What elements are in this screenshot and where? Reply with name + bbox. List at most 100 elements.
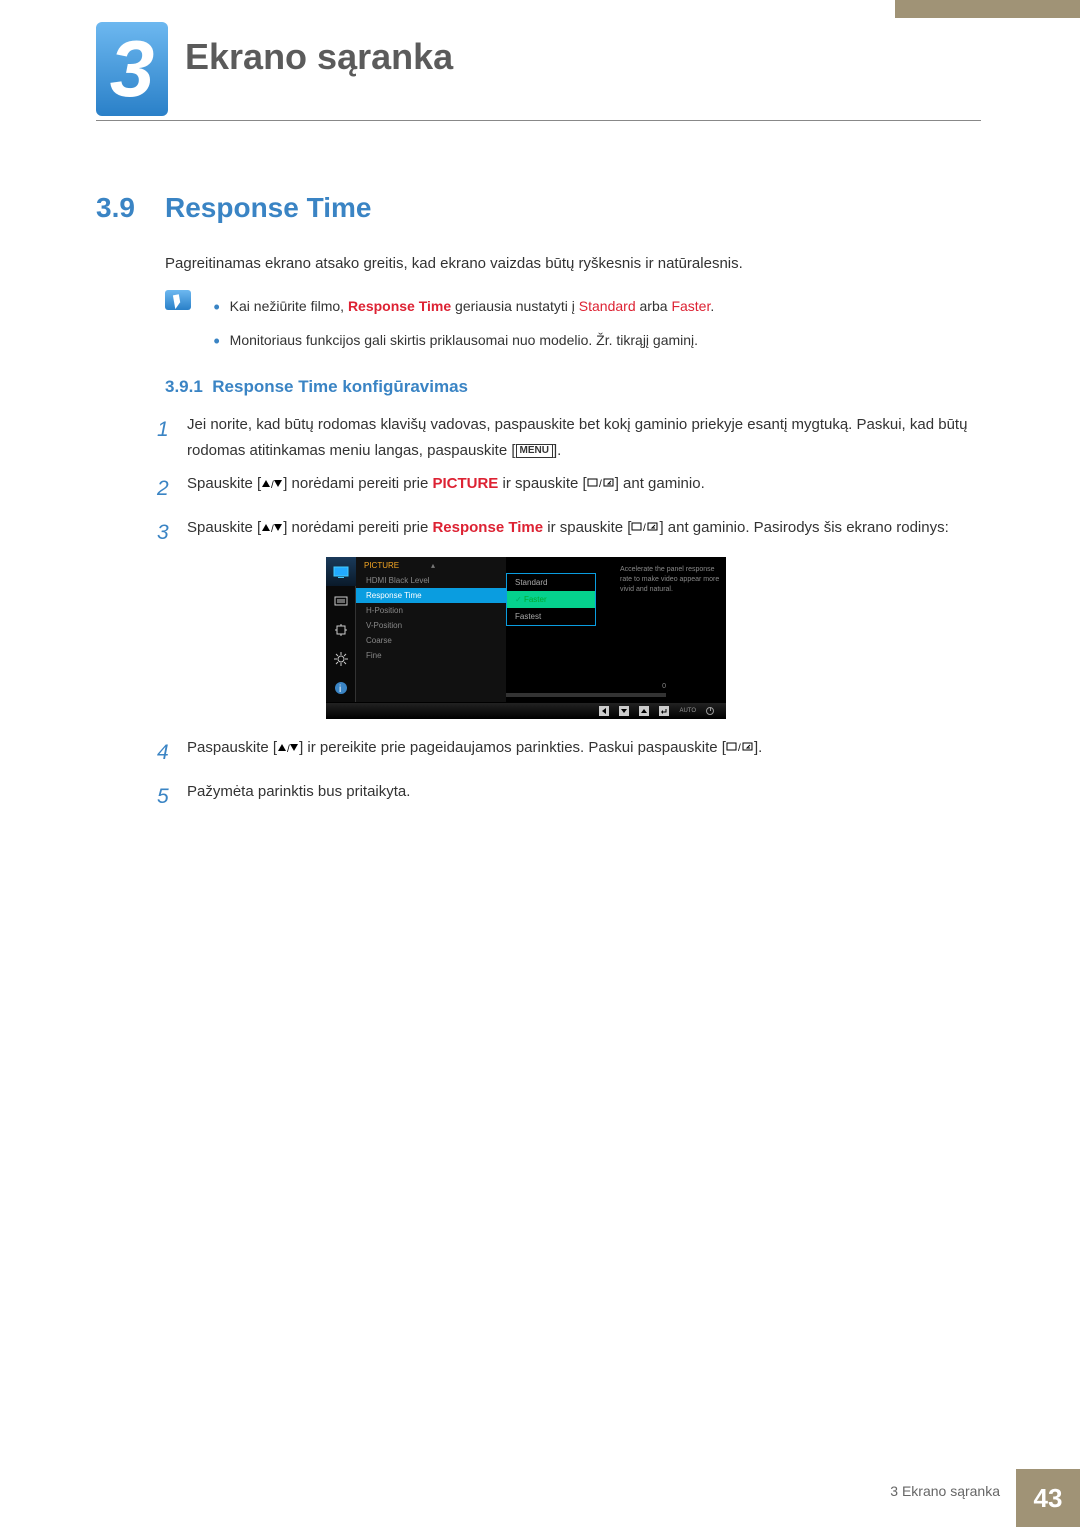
- step-number: 2: [157, 471, 187, 507]
- footer-page-number: 43: [1016, 1469, 1080, 1527]
- monitor-icon: [326, 557, 356, 586]
- step-body: Paspauskite [ / ] ir pereikite prie pageid…: [187, 735, 977, 771]
- step-body: Spauskite [ / ] norėdami pereiti prie PICT…: [187, 471, 977, 507]
- subsection-heading: 3.9.1 Response Time konfigūravimas: [165, 377, 468, 397]
- osd-option-selected: Faster: [507, 591, 595, 608]
- step-1: 1 Jei norite, kad būtų rodomas klavišų v…: [157, 412, 977, 463]
- left-arrow-icon: [599, 706, 609, 716]
- osd-submenu: Standard Faster Fastest: [506, 573, 596, 626]
- step-text: ] ant gaminio. Pasirodys šis ekrano rodi…: [659, 519, 948, 536]
- osd-screenshot: i PICTURE▴ HDMI Black Level Response Tim…: [326, 557, 726, 719]
- svg-text:/: /: [738, 743, 741, 752]
- step-4: 4 Paspauskite [ / ] ir pereikite prie page…: [157, 735, 977, 771]
- osd-menu-item-selected: Response Time: [356, 588, 506, 603]
- bullet-icon: •: [213, 297, 219, 317]
- osd-option: Standard: [507, 574, 595, 591]
- highlight: Standard: [579, 298, 636, 314]
- note-text: .: [710, 298, 714, 314]
- up-arrow-icon: [639, 706, 649, 716]
- step-text: ir spauskite [: [543, 519, 631, 536]
- osd-menu-title: PICTURE▴: [356, 557, 506, 573]
- step-number: 3: [157, 515, 187, 551]
- note-item: • Monitoriaus funkcijos gali skirtis pri…: [213, 324, 963, 358]
- subsection-number: 3.9.1: [165, 377, 203, 396]
- up-down-key-icon: /: [277, 735, 299, 761]
- steps-list-cont: 4 Paspauskite [ / ] ir pereikite prie page…: [157, 735, 977, 822]
- osd-menu-item: V-Position: [356, 618, 506, 633]
- info-icon: i: [326, 673, 356, 702]
- up-down-key-icon: /: [261, 515, 283, 541]
- chapter-number-badge: 3: [96, 22, 168, 116]
- highlight: Faster: [671, 298, 710, 314]
- svg-text:/: /: [599, 479, 602, 488]
- note-text: Kai nežiūrite filmo,: [230, 298, 348, 314]
- select-key-icon: /: [587, 471, 615, 497]
- footer-chapter-label: 3 Ekrano sąranka: [890, 1483, 1000, 1499]
- highlight: PICTURE: [432, 475, 498, 492]
- step-number: 1: [157, 412, 187, 463]
- osd-footer: AUTO: [326, 703, 726, 719]
- step-text: ].: [754, 739, 762, 756]
- highlight: Response Time: [432, 519, 543, 536]
- svg-text:/: /: [643, 523, 646, 532]
- step-text: ] norėdami pereiti prie: [283, 519, 432, 536]
- section-title: Response Time: [165, 192, 371, 224]
- svg-text:/: /: [287, 744, 290, 753]
- bullet-icon: •: [213, 331, 219, 351]
- note-list: • Kai nežiūrite filmo, Response Time ger…: [213, 290, 963, 358]
- menu-key-icon: MENU: [516, 444, 553, 458]
- osd-sidebar: i: [326, 557, 356, 702]
- step-text: Jei norite, kad būtų rodomas klavišų vad…: [187, 416, 967, 459]
- header-accent-bar: [895, 0, 1080, 18]
- auto-label: AUTO: [679, 708, 696, 714]
- osd-menu-item: HDMI Black Level: [356, 573, 506, 588]
- step-text: ir spauskite [: [498, 475, 586, 492]
- svg-text:/: /: [271, 524, 274, 533]
- step-number: 5: [157, 779, 187, 815]
- step-text: ] norėdami pereiti prie: [283, 475, 432, 492]
- section-intro-text: Pagreitinamas ekrano atsako greitis, kad…: [165, 255, 975, 272]
- osd-option: Fastest: [507, 608, 595, 625]
- step-text: Spauskite [: [187, 475, 261, 492]
- step-number: 4: [157, 735, 187, 771]
- osd-menu-item: Fine: [356, 648, 506, 663]
- chapter-title: Ekrano sąranka: [185, 36, 453, 78]
- list-icon: [326, 586, 356, 615]
- select-key-icon: /: [631, 515, 659, 541]
- up-down-key-icon: /: [261, 471, 283, 497]
- step-3: 3 Spauskite [ / ] norėdami pereiti prie Re…: [157, 515, 977, 551]
- resize-icon: [326, 615, 356, 644]
- note-text: geriausia nustatyti į: [451, 298, 579, 314]
- osd-menu-item: Coarse: [356, 633, 506, 648]
- osd-slider: 0: [506, 693, 666, 697]
- step-text: ] ir pereikite prie pageidaujamos parink…: [299, 739, 726, 756]
- note-text: Monitoriaus funkcijos gali skirtis prikl…: [230, 332, 698, 348]
- note-text: arba: [636, 298, 672, 314]
- section-number: 3.9: [96, 192, 135, 224]
- note-icon: [165, 290, 191, 310]
- enter-icon: [659, 706, 669, 716]
- step-text: ] ant gaminio.: [615, 475, 705, 492]
- note-block: • Kai nežiūrite filmo, Response Time ger…: [165, 290, 975, 358]
- gear-icon: [326, 644, 356, 673]
- steps-list: 1 Jei norite, kad būtų rodomas klavišų v…: [157, 412, 977, 558]
- svg-text:/: /: [271, 480, 274, 489]
- divider: [96, 120, 981, 121]
- step-text: Paspauskite [: [187, 739, 277, 756]
- osd-slider-value: 0: [662, 683, 666, 690]
- osd-menu-item: H-Position: [356, 603, 506, 618]
- step-body: Spauskite [ / ] norėdami pereiti prie Resp…: [187, 515, 977, 551]
- step-body: Pažymėta parinktis bus pritaikyta.: [187, 779, 977, 815]
- osd-menu-panel: PICTURE▴ HDMI Black Level Response Time …: [356, 557, 506, 702]
- step-2: 2 Spauskite [ / ] norėdami pereiti prie PI…: [157, 471, 977, 507]
- step-text: Spauskite [: [187, 519, 261, 536]
- svg-text:i: i: [339, 684, 341, 695]
- step-body: Jei norite, kad būtų rodomas klavišų vad…: [187, 412, 977, 463]
- power-icon: [706, 707, 714, 715]
- select-key-icon: /: [726, 735, 754, 761]
- note-item: • Kai nežiūrite filmo, Response Time ger…: [213, 290, 963, 324]
- up-arrow-icon: ▴: [431, 561, 435, 570]
- step-text: ].: [553, 442, 561, 459]
- osd-help-text: Accelerate the panel response rate to ma…: [620, 565, 720, 594]
- step-5: 5 Pažymėta parinktis bus pritaikyta.: [157, 779, 977, 815]
